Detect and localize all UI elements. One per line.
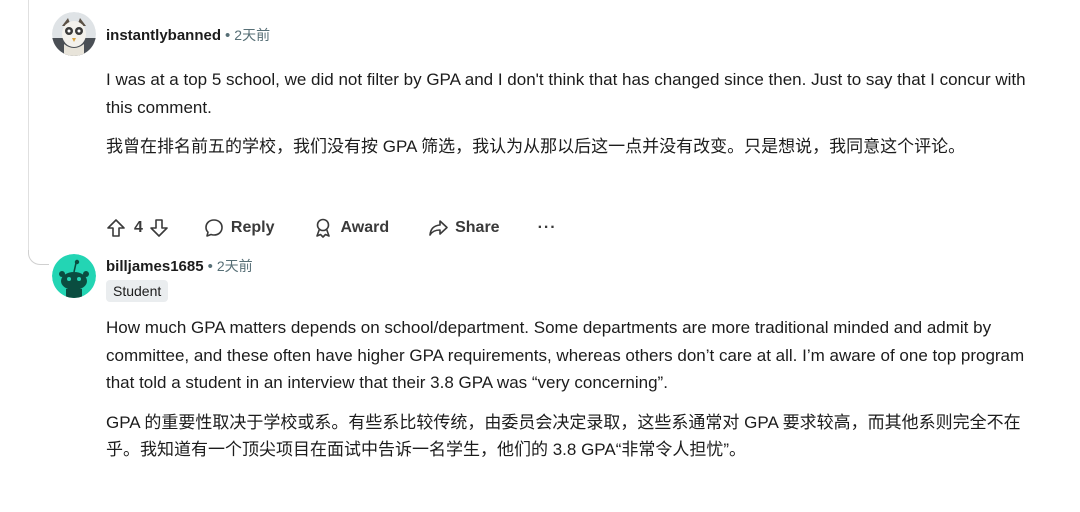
- downvote-icon[interactable]: [149, 218, 169, 238]
- comment-paragraph: GPA 的重要性取决于学校或系。有些系比较传统，由委员会决定录取，这些系通常对 …: [106, 412, 1021, 460]
- comment-meta: billjames1685 • 2天前: [106, 256, 253, 277]
- award-label: Award: [340, 219, 390, 236]
- user-avatar-icon: [52, 12, 96, 56]
- avatar[interactable]: [52, 254, 96, 298]
- share-label: Share: [455, 219, 500, 236]
- vote-control: 4: [106, 218, 169, 238]
- snoo-avatar-icon: [52, 254, 96, 298]
- separator-dot: •: [225, 27, 231, 44]
- share-button[interactable]: Share: [427, 217, 500, 239]
- comment-body: How much GPA matters depends on school/d…: [106, 314, 1026, 464]
- upvote-icon[interactable]: [106, 218, 126, 238]
- award-button[interactable]: Award: [312, 217, 389, 239]
- more-options-button[interactable]: ···: [538, 219, 557, 237]
- reply-button[interactable]: Reply: [203, 217, 275, 239]
- chat-bubble-icon: [205, 219, 223, 237]
- comment-paragraph: 我曾在排名前五的学校，我们没有按 GPA 筛选，我认为从那以后这一点并没有改变。…: [106, 137, 966, 156]
- username[interactable]: billjames1685: [106, 258, 204, 275]
- timestamp[interactable]: 2天前: [217, 258, 253, 274]
- comment-paragraph: I was at a top 5 school, we did not filt…: [106, 70, 1026, 117]
- comment-actions: 4 Reply Award Share ···: [106, 216, 557, 240]
- avatar[interactable]: [52, 12, 96, 56]
- share-icon: [429, 220, 448, 236]
- user-flair: Student: [106, 280, 169, 302]
- comment-paragraph: How much GPA matters depends on school/d…: [106, 318, 1025, 392]
- award-icon: [316, 218, 331, 238]
- comment-meta: instantlybanned • 2天前: [106, 25, 270, 46]
- thread-connector: [28, 250, 49, 265]
- comment-body: I was at a top 5 school, we did not filt…: [106, 66, 1026, 161]
- separator-dot: •: [207, 258, 213, 275]
- timestamp[interactable]: 2天前: [234, 27, 270, 43]
- vote-count: 4: [134, 219, 143, 236]
- reply-label: Reply: [230, 219, 275, 236]
- thread-line: [28, 0, 29, 250]
- username[interactable]: instantlybanned: [106, 27, 221, 44]
